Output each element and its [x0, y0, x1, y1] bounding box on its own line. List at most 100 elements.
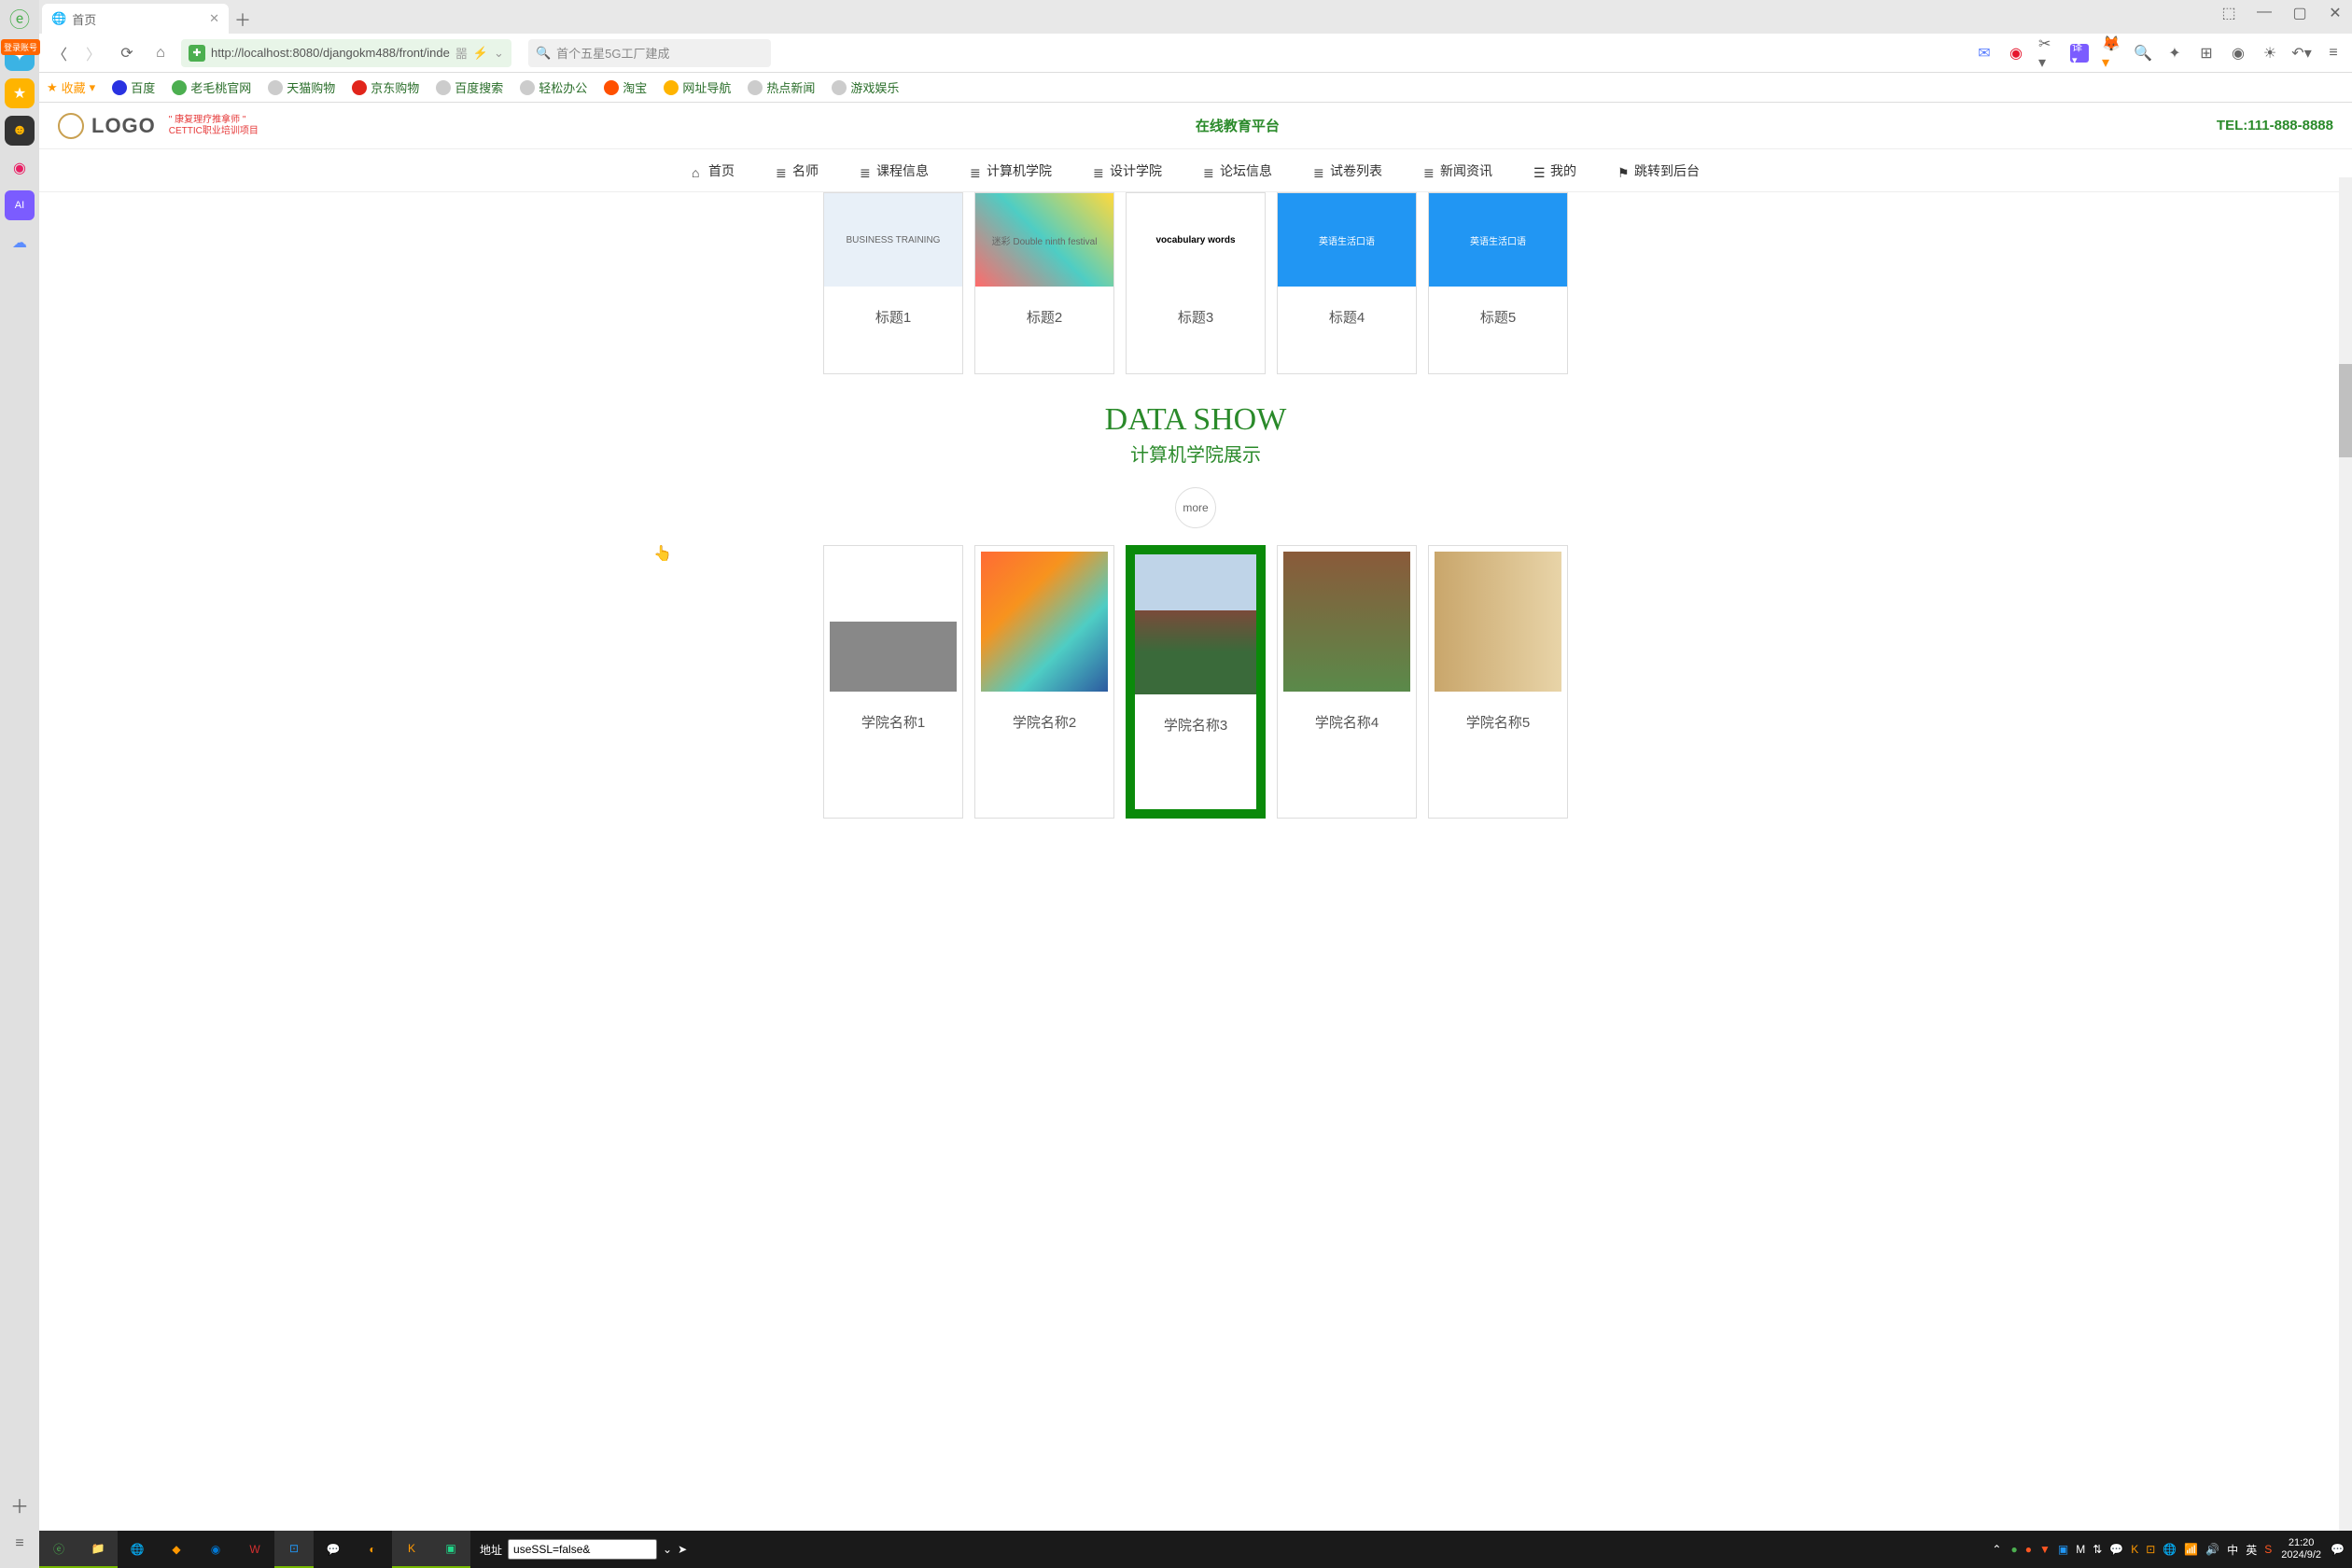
nav-exams[interactable]: ≣试卷列表	[1313, 161, 1382, 180]
addr-go-icon[interactable]: ➤	[678, 1543, 687, 1556]
sidebar-add-icon[interactable]: ＋	[5, 1490, 35, 1519]
login-badge[interactable]: 登录账号	[1, 39, 40, 55]
nav-admin[interactable]: ⚑跳转到后台	[1617, 161, 1700, 180]
college-card[interactable]: 学院名称2	[974, 545, 1114, 819]
bookmark-item[interactable]: 百度搜索	[436, 78, 503, 96]
tray-icon[interactable]: 💬	[2109, 1543, 2123, 1556]
college-card[interactable]: 学院名称4	[1277, 545, 1417, 819]
bookmark-item[interactable]: 京东购物	[352, 78, 419, 96]
sidebar-app-6-icon[interactable]: ☁	[5, 228, 35, 258]
tray-icon[interactable]: 🌐	[2163, 1543, 2177, 1556]
sidebar-app-5-icon[interactable]: AI	[5, 190, 35, 220]
browser-logo-icon[interactable]: ⓔ	[5, 4, 35, 34]
favorites-button[interactable]: ★ 收藏 ▾	[47, 78, 95, 96]
nav-forum[interactable]: ≣论坛信息	[1203, 161, 1272, 180]
nav-home[interactable]: ⌂首页	[692, 161, 735, 180]
tray-icon[interactable]: ▣	[2058, 1543, 2068, 1556]
tray-icon[interactable]: ●	[2025, 1543, 2032, 1556]
nav-cs-college[interactable]: ≣计算机学院	[970, 161, 1052, 180]
taskbar-edge-icon[interactable]: ◉	[196, 1531, 235, 1568]
addr-input[interactable]	[508, 1539, 657, 1560]
tray-icon[interactable]: K	[2131, 1543, 2138, 1556]
taskbar-explorer-icon[interactable]: 📁	[78, 1531, 118, 1568]
window-maximize-icon[interactable]: ▢	[2290, 4, 2309, 22]
scrollbar[interactable]	[2339, 177, 2352, 1531]
bookmark-item[interactable]: 网址导航	[664, 78, 731, 96]
bookmark-item[interactable]: 热点新闻	[748, 78, 815, 96]
taskbar-todesk-icon[interactable]: ⊡	[274, 1531, 314, 1568]
tray-icon[interactable]: ▼	[2039, 1543, 2051, 1556]
window-close-icon[interactable]: ✕	[2326, 4, 2345, 22]
nav-mine[interactable]: ☰我的	[1533, 161, 1576, 180]
more-button[interactable]: more	[1175, 487, 1216, 528]
theme-icon[interactable]: ☀	[2261, 44, 2279, 63]
forward-button[interactable]: 〉	[80, 40, 106, 66]
taskbar-pycharm-icon[interactable]: ▣	[431, 1531, 470, 1568]
taskbar-browser-icon[interactable]: ⓔ	[39, 1531, 78, 1568]
tray-icon[interactable]: ⇅	[2093, 1543, 2102, 1556]
bookmark-item[interactable]: 老毛桃官网	[172, 78, 251, 96]
notifications-icon[interactable]: 💬	[2331, 1543, 2345, 1556]
reader-icon[interactable]: 噐	[455, 44, 468, 62]
tray-wifi-icon[interactable]: 📶	[2184, 1543, 2198, 1556]
undo-icon[interactable]: ↶▾	[2292, 44, 2311, 63]
weibo-icon[interactable]: ◉	[2007, 44, 2025, 63]
menu-icon[interactable]: ≡	[2324, 44, 2343, 63]
bookmark-item[interactable]: 百度	[112, 78, 155, 96]
translate-icon[interactable]: 译▾	[2070, 44, 2089, 63]
window-extension-icon[interactable]: ⬚	[2219, 4, 2238, 22]
browser-tab[interactable]: 🌐 首页 ✕	[42, 4, 229, 34]
course-card[interactable]: vocabulary words 标题3	[1126, 192, 1266, 374]
addr-dropdown-icon[interactable]: ⌄	[663, 1543, 672, 1556]
nav-courses[interactable]: ≣课程信息	[860, 161, 929, 180]
taskbar-clock[interactable]: 21:20 2024/9/2	[2281, 1537, 2321, 1561]
tray-icon[interactable]: ●	[2010, 1543, 2017, 1556]
tray-icon[interactable]: S	[2264, 1543, 2272, 1556]
course-card[interactable]: 英语生活口语 标题5	[1428, 192, 1568, 374]
tray-icon[interactable]: M	[2076, 1543, 2085, 1556]
scissors-icon[interactable]: ✂▾	[2038, 44, 2057, 63]
taskbar-wps-icon[interactable]: W	[235, 1531, 274, 1568]
window-minimize-icon[interactable]: —	[2255, 4, 2274, 22]
tray-lang1[interactable]: 中	[2227, 1542, 2238, 1558]
back-button[interactable]: 〈	[47, 40, 73, 66]
logo-area[interactable]: LOGO " 康复理疗推拿师 " CETTIC职业培训项目	[58, 113, 259, 139]
bookmark-item[interactable]: 游戏娱乐	[832, 78, 899, 96]
course-card[interactable]: 英语生活口语 标题4	[1277, 192, 1417, 374]
tray-volume-icon[interactable]: 🔊	[2205, 1543, 2219, 1556]
nav-design-college[interactable]: ≣设计学院	[1093, 161, 1162, 180]
course-card[interactable]: 迷彩 Double ninth festival 标题2	[974, 192, 1114, 374]
sidebar-app-3-icon[interactable]: ☻	[5, 116, 35, 146]
home-button[interactable]: ⌂	[147, 40, 174, 66]
fox-icon[interactable]: 🦊▾	[2102, 44, 2121, 63]
tray-icon[interactable]: ⊡	[2146, 1543, 2155, 1556]
taskbar-app-icon[interactable]: K	[392, 1531, 431, 1568]
chevron-down-icon[interactable]: ⌄	[494, 46, 504, 61]
sidebar-app-2-icon[interactable]: ★	[5, 78, 35, 108]
extensions-icon[interactable]: ✦	[2165, 44, 2184, 63]
zoom-icon[interactable]: 🔍	[2134, 44, 2152, 63]
bookmark-item[interactable]: 轻松办公	[520, 78, 587, 96]
chrome-icon[interactable]: ◉	[2229, 44, 2247, 63]
reload-button[interactable]: ⟳	[114, 40, 140, 66]
bookmark-item[interactable]: 天猫购物	[268, 78, 335, 96]
college-card-active[interactable]: 学院名称3	[1126, 545, 1266, 819]
flash-icon[interactable]: ⚡	[473, 46, 488, 61]
mail-icon[interactable]: ✉	[1975, 44, 1994, 63]
taskbar-sublime-icon[interactable]: ◆	[157, 1531, 196, 1568]
url-bar[interactable]: ✚ http://localhost:8080/djangokm488/fron…	[181, 39, 511, 67]
apps-icon[interactable]: ⊞	[2197, 44, 2216, 63]
tray-up-icon[interactable]: ⌃	[1992, 1543, 2001, 1556]
tab-close-icon[interactable]: ✕	[209, 11, 219, 26]
bookmark-item[interactable]: 淘宝	[604, 78, 647, 96]
sidebar-app-4-icon[interactable]: ◉	[5, 153, 35, 183]
taskbar-app-icon[interactable]: ◐	[353, 1531, 392, 1568]
taskbar-chrome-icon[interactable]: 🌐	[118, 1531, 157, 1568]
course-card[interactable]: BUSINESS TRAINING 标题1	[823, 192, 963, 374]
new-tab-button[interactable]: ＋	[229, 6, 257, 34]
nav-news[interactable]: ≣新闻资讯	[1423, 161, 1492, 180]
sidebar-menu-icon[interactable]: ≡	[5, 1529, 35, 1559]
nav-teachers[interactable]: ≣名师	[776, 161, 819, 180]
college-card[interactable]: 学院名称5	[1428, 545, 1568, 819]
taskbar-wechat-icon[interactable]: 💬	[314, 1531, 353, 1568]
